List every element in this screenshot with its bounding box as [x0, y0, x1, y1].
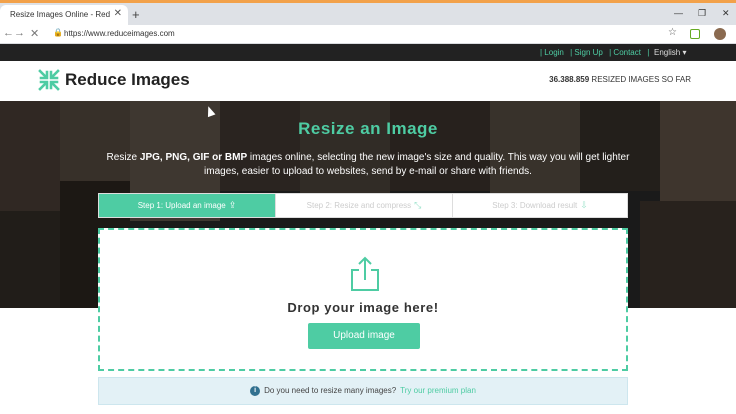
step-3-label: Step 3: Download result [492, 201, 578, 210]
info-icon: i [250, 386, 261, 396]
download-icon: ⇩ [580, 200, 588, 210]
premium-info-bar: i Do you need to resize many images? Try o… [98, 377, 628, 405]
step-2-resize: Step 2: Resize and compress ⤡ [276, 194, 452, 217]
steps-bar: Step 1: Upload an image ⇪ Step 2: Resize … [98, 193, 628, 218]
compress-icon: ⤡ [414, 200, 422, 210]
lock-icon: 🔒 [53, 28, 63, 37]
site-header: Reduce Images 36.388.859 RESIZED IMAGES … [0, 61, 736, 101]
upload-arrow-icon [351, 256, 379, 291]
step-1-upload[interactable]: Step 1: Upload an image ⇪ [99, 194, 275, 217]
stop-loading-icon[interactable]: ✕ [30, 27, 39, 40]
counter-label: RESIZED IMAGES SO FAR [589, 75, 691, 84]
language-selector[interactable]: English ▾ [654, 48, 686, 57]
premium-question: Do you need to resize many images? [264, 386, 397, 396]
counter-value: 36.388.859 [549, 75, 590, 84]
image-drop-zone[interactable]: Drop your image here! Upload image [98, 228, 628, 371]
browser-tab-bar: Resize Images Online - Reduce Im ✕ + — ❐… [0, 3, 736, 25]
url-text[interactable]: https://www.reduceimages.com [64, 29, 175, 38]
separator: | [647, 48, 650, 57]
upload-icon: ⇪ [228, 200, 237, 210]
login-link[interactable]: | Login [540, 48, 564, 57]
upload-image-button[interactable]: Upload image [308, 323, 420, 349]
hero-title: Resize an Image [298, 119, 438, 138]
close-window-button[interactable]: ✕ [722, 8, 730, 19]
desc-rest: images online, selecting the new image's… [204, 152, 630, 177]
signup-link[interactable]: | Sign Up [570, 48, 603, 57]
address-bar[interactable]: 🔒 https://www.reduceimages.com [50, 27, 670, 42]
drop-instruction: Drop your image here! [287, 300, 439, 315]
desc-prefix: Resize [106, 152, 140, 163]
desc-formats: JPG, PNG, GIF or BMP [139, 152, 248, 163]
tab-close-icon[interactable]: ✕ [114, 8, 122, 19]
profile-avatar[interactable] [714, 28, 726, 40]
maximize-button[interactable]: ❐ [698, 8, 706, 19]
site-top-bar: | Login | Sign Up | Contact | English ▾ [0, 44, 736, 61]
new-tab-button[interactable]: + [132, 7, 140, 22]
resized-counter: 36.388.859 RESIZED IMAGES SO FAR [549, 75, 691, 84]
hero-description: Resize JPG, PNG, GIF or BMP images onlin… [100, 151, 636, 179]
contact-link[interactable]: | Contact [609, 48, 641, 57]
bookmark-star-icon[interactable]: ☆ [668, 27, 677, 38]
premium-plan-link[interactable]: Try our premium plan [400, 386, 476, 395]
browser-toolbar: ← → ✕ 🔒 https://www.reduceimages.com ☆ [0, 25, 736, 44]
step-2-label: Step 2: Resize and compress [306, 201, 412, 210]
compress-logo-icon[interactable] [38, 69, 60, 91]
extension-shield-icon[interactable] [690, 29, 700, 39]
back-icon[interactable]: ← [3, 27, 14, 39]
step-3-download: Step 3: Download result ⇩ [453, 194, 627, 217]
logo-text[interactable]: Reduce Images [65, 70, 190, 90]
forward-icon[interactable]: → [14, 27, 25, 39]
browser-tab[interactable]: Resize Images Online - Reduce Im ✕ [0, 5, 128, 25]
step-1-label: Step 1: Upload an image [137, 201, 226, 210]
tab-title: Resize Images Online - Reduce Im [10, 10, 110, 19]
minimize-button[interactable]: — [674, 8, 683, 18]
